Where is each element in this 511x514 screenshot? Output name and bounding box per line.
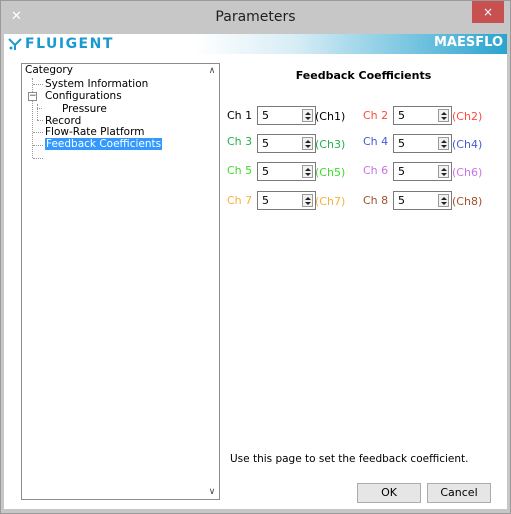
ch7-value[interactable]: 5 [262,194,269,208]
tree-item-system-information[interactable]: System Information [45,78,148,90]
tree-connector [33,132,43,133]
tree-item-pressure[interactable]: Pressure [62,103,107,115]
ch3-coefficient-spinner[interactable]: 5 [257,134,316,153]
cancel-button[interactable]: Cancel [427,483,491,503]
window-title: Parameters [215,9,296,25]
ch6-label: Ch 6 [363,164,389,177]
tree-scrollbar[interactable]: ∧ ∨ [205,64,219,499]
scroll-down-icon[interactable]: ∨ [205,485,219,499]
ch6-coefficient-spinner[interactable]: 5 [393,162,452,181]
ch2-ref: (Ch2) [452,110,483,123]
ch1-coefficient-spinner[interactable]: 5 [257,106,316,125]
ch8-value[interactable]: 5 [398,194,405,208]
ch8-ref: (Ch8) [452,195,483,208]
ch2-label: Ch 2 [363,109,389,122]
spin-arrows-icon[interactable] [302,194,313,207]
ch8-coefficient-spinner[interactable]: 5 [393,191,452,210]
tree-connector [37,108,42,109]
ch5-coefficient-spinner[interactable]: 5 [257,162,316,181]
ch5-label: Ch 5 [227,164,253,177]
tree-item-feedback-coefficients[interactable]: Feedback Coefficients [45,138,163,150]
spin-arrows-icon[interactable] [302,137,313,150]
tree-connector [33,158,43,159]
product-name: MAESFLO [434,35,503,50]
title-bar: ✕ Parameters × [1,1,510,34]
ch2-coefficient-spinner[interactable]: 5 [393,106,452,125]
ch1-ref: (Ch1) [315,110,346,123]
ch4-value[interactable]: 5 [398,137,405,151]
spin-arrows-icon[interactable] [438,194,449,207]
brand-bar: FLUIGENT MAESFLO [4,34,507,54]
content-area: Category System Information − Configurat… [4,54,507,509]
logo-text: FLUIGENT [25,36,114,52]
ok-button[interactable]: OK [357,483,421,503]
ch3-ref: (Ch3) [315,138,346,151]
ch5-ref: (Ch5) [315,166,346,179]
tree-connector [37,104,38,120]
tree-connector [33,84,43,85]
scroll-up-icon[interactable]: ∧ [205,64,219,78]
ch5-value[interactable]: 5 [262,165,269,179]
close-button[interactable]: × [472,1,504,23]
category-header: Category [25,64,73,76]
tree-item-flow-rate-platform[interactable]: Flow-Rate Platform [45,126,144,138]
fluigent-logo: FLUIGENT [8,36,114,52]
tree-connector [33,145,43,146]
fluigent-logo-icon [8,38,22,50]
ch6-ref: (Ch6) [452,166,483,179]
collapse-icon[interactable]: − [28,92,37,101]
parameters-window: ✕ Parameters × FLUIGENT MAESFLO Category [0,0,511,514]
ch4-ref: (Ch4) [452,138,483,151]
ch7-label: Ch 7 [227,194,253,207]
ch1-label: Ch 1 [227,109,253,122]
spin-arrows-icon[interactable] [302,165,313,178]
ch1-value[interactable]: 5 [262,109,269,123]
ch4-label: Ch 4 [363,135,389,148]
tree-connector [32,78,33,158]
spin-arrows-icon[interactable] [438,137,449,150]
ch3-label: Ch 3 [227,135,253,148]
help-text: Use this page to set the feedback coeffi… [230,453,469,465]
ch4-coefficient-spinner[interactable]: 5 [393,134,452,153]
ch7-coefficient-spinner[interactable]: 5 [257,191,316,210]
spin-arrows-icon[interactable] [438,109,449,122]
spin-arrows-icon[interactable] [438,165,449,178]
ch6-value[interactable]: 5 [398,165,405,179]
ch3-value[interactable]: 5 [262,137,269,151]
tree-item-configurations[interactable]: Configurations [45,90,122,102]
category-tree[interactable]: Category System Information − Configurat… [21,63,220,500]
ch8-label: Ch 8 [363,194,389,207]
ch7-ref: (Ch7) [315,195,346,208]
panel-title: Feedback Coefficients [295,69,432,82]
spin-arrows-icon[interactable] [302,109,313,122]
ch2-value[interactable]: 5 [398,109,405,123]
tree-connector [37,120,43,121]
